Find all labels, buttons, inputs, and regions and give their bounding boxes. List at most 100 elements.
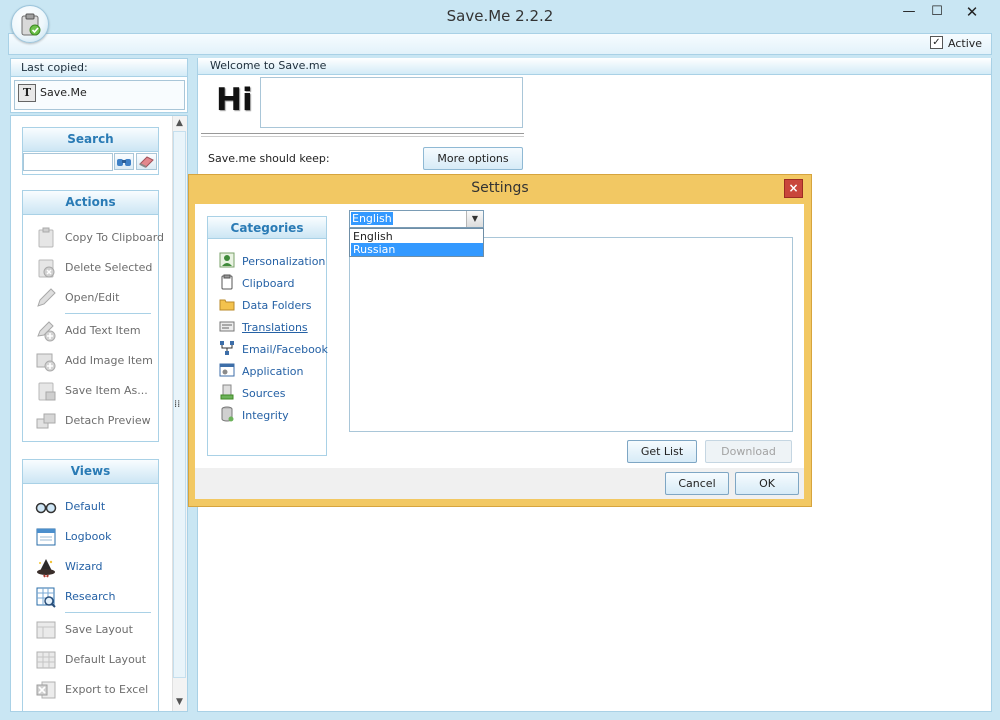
pen-icon	[37, 288, 56, 307]
view-research[interactable]: Research	[23, 584, 158, 610]
search-title: Search	[23, 128, 158, 152]
open-edit-action[interactable]: Open/Edit	[23, 285, 158, 311]
view-label: Save Layout	[65, 623, 133, 636]
default-layout-icon	[36, 651, 56, 669]
active-checkbox[interactable]: ✓	[930, 36, 943, 49]
glasses-icon	[35, 502, 57, 514]
folder-icon	[219, 299, 235, 311]
research-icon	[36, 587, 56, 608]
ok-button[interactable]: OK	[735, 472, 799, 495]
view-wizard[interactable]: Wizard	[23, 554, 158, 580]
delete-selected-action[interactable]: Delete Selected	[23, 255, 158, 281]
add-image-item-action[interactable]: Add Image Item	[23, 348, 158, 374]
network-icon	[220, 341, 234, 355]
eraser-icon	[139, 156, 154, 168]
download-button[interactable]: Download	[705, 440, 792, 463]
action-label: Detach Preview	[65, 414, 151, 427]
action-label: Add Image Item	[65, 354, 153, 367]
language-dropdown-list: English Russian	[349, 228, 484, 257]
save-item-as-action[interactable]: Save Item As...	[23, 378, 158, 404]
categories-title: Categories	[208, 217, 326, 239]
active-label: Active	[948, 37, 983, 50]
greeting-divider	[201, 133, 524, 137]
splitter-grip-icon[interactable]: ⁞⁞	[174, 399, 180, 410]
category-label: Data Folders	[242, 299, 312, 312]
detach-icon	[36, 413, 56, 429]
category-label: Sources	[242, 387, 286, 400]
category-label: Clipboard	[242, 277, 295, 290]
views-group: Views Default Logbook Wizard Research Sa…	[22, 459, 159, 712]
chevron-down-icon[interactable]: ▼	[466, 211, 483, 227]
scroll-up-icon[interactable]: ▲	[173, 116, 186, 130]
search-go-button[interactable]	[114, 153, 134, 170]
sources-icon	[220, 384, 234, 400]
action-label: Copy To Clipboard	[65, 231, 165, 244]
default-layout-action[interactable]: Default Layout	[23, 647, 158, 673]
view-label: Logbook	[65, 530, 112, 543]
detach-preview-action[interactable]: Detach Preview	[23, 408, 158, 434]
language-select-value: English	[351, 212, 393, 225]
save-item-icon	[38, 382, 56, 401]
clipboard-icon	[221, 274, 233, 290]
keep-label: Save.me should keep:	[208, 152, 330, 165]
database-icon	[221, 406, 234, 422]
greeting-box	[260, 77, 523, 128]
binoculars-icon	[117, 159, 131, 166]
views-separator	[65, 612, 151, 613]
category-label: Email/Facebook	[242, 343, 328, 356]
close-button[interactable]: ✕	[955, 0, 989, 24]
cancel-button[interactable]: Cancel	[665, 472, 729, 495]
app-logo-icon[interactable]	[11, 5, 49, 43]
maximize-button[interactable]: ☐	[924, 0, 950, 24]
excel-icon	[36, 681, 56, 699]
window-title: Save.Me 2.2.2	[446, 7, 554, 25]
translation-icon	[219, 321, 235, 332]
greeting-text: Hi	[216, 82, 253, 118]
action-label: Save Item As...	[65, 384, 148, 397]
translations-list-box[interactable]	[349, 237, 793, 432]
minimize-button[interactable]: —	[896, 0, 922, 24]
add-text-item-action[interactable]: Add Text Item	[23, 318, 158, 344]
action-label: Open/Edit	[65, 291, 120, 304]
get-list-button[interactable]: Get List	[627, 440, 697, 463]
view-logbook[interactable]: Logbook	[23, 524, 158, 550]
view-label: Wizard	[65, 560, 103, 573]
view-label: Research	[65, 590, 116, 603]
logbook-icon	[36, 528, 56, 546]
last-copied-header: Last copied:	[11, 59, 187, 77]
save-layout-icon	[36, 621, 56, 639]
clipboard-icon	[38, 227, 54, 248]
view-label: Default Layout	[65, 653, 147, 666]
toolbar	[8, 33, 992, 55]
views-title: Views	[23, 460, 158, 484]
category-label: Personalization	[242, 255, 326, 268]
welcome-header: Welcome to Save.me	[198, 58, 991, 75]
more-options-button[interactable]: More options	[423, 147, 523, 170]
person-icon	[219, 252, 235, 268]
settings-dialog-title: Settings	[471, 180, 529, 196]
category-label: Translations	[242, 321, 308, 334]
view-label: Export to Excel	[65, 683, 149, 696]
actions-title: Actions	[23, 191, 158, 215]
action-label: Add Text Item	[65, 324, 141, 337]
category-label: Integrity	[242, 409, 289, 422]
wizard-icon	[37, 559, 55, 578]
add-image-icon	[36, 353, 56, 372]
settings-close-button[interactable]: ×	[784, 179, 803, 198]
copy-to-clipboard-action[interactable]: Copy To Clipboard	[23, 225, 164, 251]
category-label: Application	[242, 365, 304, 378]
language-option-russian[interactable]: Russian	[351, 243, 483, 256]
export-to-excel-action[interactable]: Export to Excel	[23, 677, 158, 703]
language-option-english[interactable]: English	[351, 230, 483, 243]
search-input[interactable]	[23, 153, 113, 171]
view-default[interactable]: Default	[23, 494, 158, 520]
actions-separator	[65, 313, 151, 314]
clear-search-button[interactable]	[136, 153, 157, 170]
action-label: Delete Selected	[65, 261, 153, 274]
scroll-down-icon[interactable]: ▼	[173, 695, 186, 709]
save-layout-action[interactable]: Save Layout	[23, 617, 158, 643]
view-label: Default	[65, 500, 106, 513]
text-item-icon: T	[18, 84, 36, 102]
application-icon	[219, 363, 235, 377]
delete-icon	[38, 259, 55, 278]
